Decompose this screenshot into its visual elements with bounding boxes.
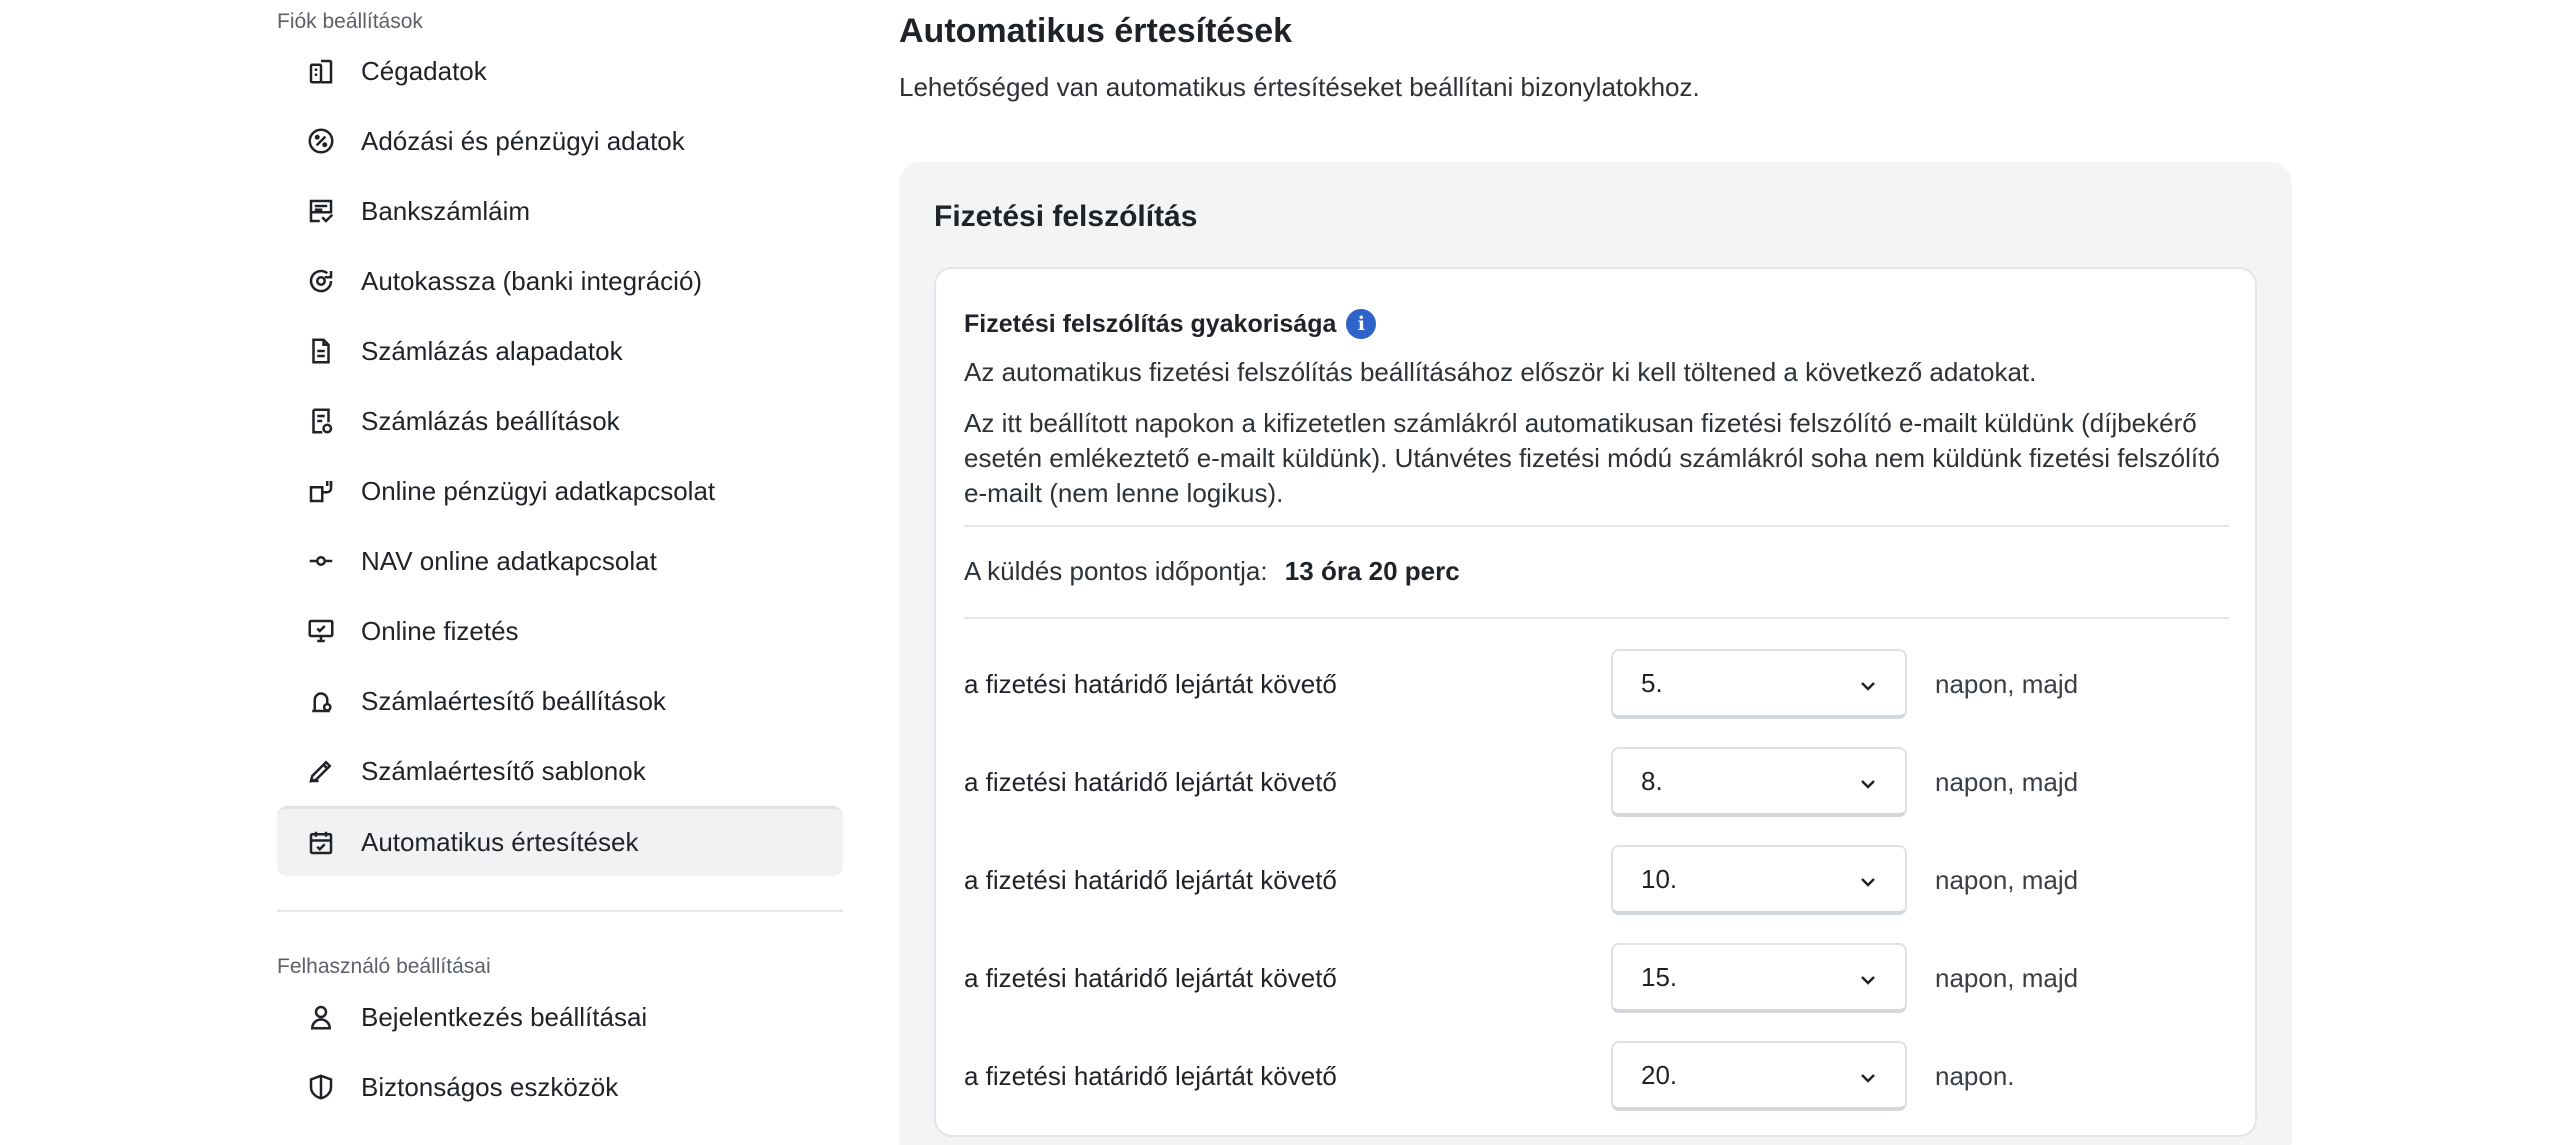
panel-title: Fizetési felszólítás	[934, 200, 1198, 233]
page-subtitle: Lehetőséged van automatikus értesítéseke…	[899, 72, 1700, 102]
reminder-rule-row: a fizetési határidő lejártát követő 15. …	[964, 943, 2229, 1013]
sidebar-item-label: Bankszámláim	[361, 195, 531, 226]
day-select-value: 15.	[1641, 961, 1678, 992]
shield-icon	[304, 1070, 338, 1104]
sidebar-item-label: Számlázás alapadatok	[361, 335, 623, 366]
calendar-check-icon	[304, 826, 338, 860]
day-select-value: 10.	[1641, 863, 1678, 894]
rule-suffix: napon, majd	[1935, 766, 2079, 797]
payment-reminder-panel: Fizetési felszólítás Fizetési felszólítá…	[899, 162, 2292, 1145]
sidebar-item-label: Online fizetés	[361, 615, 519, 646]
frequency-title: Fizetési felszólítás gyakorisága i	[964, 309, 1377, 339]
description-details: Az itt beállított napokon a kifizetetlen…	[964, 408, 2220, 508]
sidebar-item-label: Online pénzügyi adatkapcsolat	[361, 475, 716, 506]
user-section-title: Felhasználó beállításai	[277, 955, 491, 978]
notify-settings-icon	[304, 684, 338, 718]
day-select-value: 20.	[1641, 1059, 1678, 1090]
sidebar-item-label: Adózási és pénzügyi adatok	[361, 125, 685, 156]
sidebar-item-tax-finance[interactable]: Adózási és pénzügyi adatok	[277, 106, 843, 176]
sidebar-item-secure-devices[interactable]: Biztonságos eszközök	[277, 1052, 843, 1122]
chevron-down-icon	[1859, 864, 1877, 895]
template-pen-icon	[304, 754, 338, 788]
sidebar-item-login-settings[interactable]: Bejelentkezés beállításai	[277, 982, 843, 1052]
settings-page: Fiók beállítások Cégadatok Adózási és pé…	[0, 0, 2560, 1145]
sidebar-item-label: Számlázás beállítások	[361, 405, 620, 436]
monitor-payment-icon	[304, 614, 338, 648]
document-settings-icon	[304, 404, 338, 438]
reminder-rule-row: a fizetési határidő lejártát követő 20. …	[964, 1041, 2229, 1111]
user-settings-list: Bejelentkezés beállításai Biztonságos es…	[277, 982, 843, 1122]
payment-reminder-card: Fizetési felszólítás gyakorisága i Az au…	[934, 267, 2257, 1137]
send-time-label: A küldés pontos időpontja:	[964, 556, 1268, 586]
rule-label: a fizetési határidő lejártát követő	[964, 668, 1337, 699]
sidebar-item-online-finance-connection[interactable]: Online pénzügyi adatkapcsolat	[277, 456, 843, 526]
divider	[964, 525, 2229, 527]
sidebar-item-automatic-notifications[interactable]: Automatikus értesítések	[277, 806, 843, 876]
sidebar-item-company-data[interactable]: Cégadatok	[277, 36, 843, 106]
sidebar-item-label: Bejelentkezés beállításai	[361, 1001, 648, 1032]
sidebar-item-label: Számlaértesítő sablonok	[361, 755, 646, 786]
rule-suffix: napon.	[1935, 1060, 2015, 1091]
rule-label: a fizetési határidő lejártát követő	[964, 864, 1337, 895]
chevron-down-icon	[1859, 1060, 1877, 1091]
sidebar-item-nav-online[interactable]: NAV online adatkapcsolat	[277, 526, 843, 596]
chevron-down-icon	[1859, 766, 1877, 797]
day-select-value: 5.	[1641, 667, 1663, 698]
divider	[964, 617, 2229, 619]
chevron-down-icon	[1859, 668, 1877, 699]
sidebar-item-label: Biztonságos eszközök	[361, 1071, 619, 1102]
rule-suffix: napon, majd	[1935, 668, 2079, 699]
bank-note-icon	[304, 194, 338, 228]
reminder-rule-row: a fizetési határidő lejártát követő 8. n…	[964, 747, 2229, 817]
account-settings-list: Cégadatok Adózási és pénzügyi adatok Ban…	[277, 36, 843, 876]
send-time: A küldés pontos időpontja: 13 óra 20 per…	[964, 556, 1460, 587]
day-select[interactable]: 5.	[1611, 649, 1907, 719]
sidebar-item-billing-settings[interactable]: Számlázás beállítások	[277, 386, 843, 456]
refresh-coin-icon	[304, 264, 338, 298]
info-icon[interactable]: i	[1346, 309, 1377, 339]
rule-suffix: napon, majd	[1935, 962, 2079, 993]
description-intro: Az automatikus fizetési felszólítás beál…	[964, 357, 2037, 387]
sidebar-item-label: Autokassza (banki integráció)	[361, 265, 703, 296]
reminder-rule-row: a fizetési határidő lejártát követő 5. n…	[964, 649, 2229, 719]
user-icon	[304, 1000, 338, 1034]
sidebar-item-label: Számlaértesítő beállítások	[361, 685, 666, 716]
sidebar-item-label: Cégadatok	[361, 55, 487, 86]
day-select[interactable]: 8.	[1611, 747, 1907, 817]
sidebar-item-bank-accounts[interactable]: Bankszámláim	[277, 176, 843, 246]
day-select[interactable]: 10.	[1611, 845, 1907, 915]
sidebar-item-invoice-notifier-templates[interactable]: Számlaértesítő sablonok	[277, 736, 843, 806]
percent-icon	[304, 124, 338, 158]
day-select-value: 8.	[1641, 765, 1663, 796]
day-select[interactable]: 15.	[1611, 943, 1907, 1013]
send-time-value: 13 óra 20 perc	[1284, 556, 1460, 586]
plug-icon	[304, 474, 338, 508]
sidebar-divider	[277, 910, 843, 912]
rule-label: a fizetési határidő lejártát követő	[964, 766, 1337, 797]
sidebar-item-autokassza[interactable]: Autokassza (banki integráció)	[277, 246, 843, 316]
page-title: Automatikus értesítések	[899, 12, 1293, 50]
rule-label: a fizetési határidő lejártát követő	[964, 1060, 1337, 1091]
connection-icon	[304, 544, 338, 578]
frequency-title-text: Fizetési felszólítás gyakorisága	[964, 309, 1337, 338]
day-select[interactable]: 20.	[1611, 1041, 1907, 1111]
rule-label: a fizetési határidő lejártát követő	[964, 962, 1337, 993]
sidebar-item-label: NAV online adatkapcsolat	[361, 545, 657, 576]
chevron-down-icon	[1859, 962, 1877, 993]
sidebar-item-billing-basics[interactable]: Számlázás alapadatok	[277, 316, 843, 386]
reminder-rule-row: a fizetési határidő lejártát követő 10. …	[964, 845, 2229, 915]
sidebar-item-online-payment[interactable]: Online fizetés	[277, 596, 843, 666]
document-icon	[304, 334, 338, 368]
sidebar-item-label: Automatikus értesítések	[361, 827, 639, 857]
sidebar-item-invoice-notifier-settings[interactable]: Számlaértesítő beállítások	[277, 666, 843, 736]
rule-suffix: napon, majd	[1935, 864, 2079, 895]
building-icon	[304, 54, 338, 88]
account-section-title: Fiók beállítások	[277, 10, 423, 33]
